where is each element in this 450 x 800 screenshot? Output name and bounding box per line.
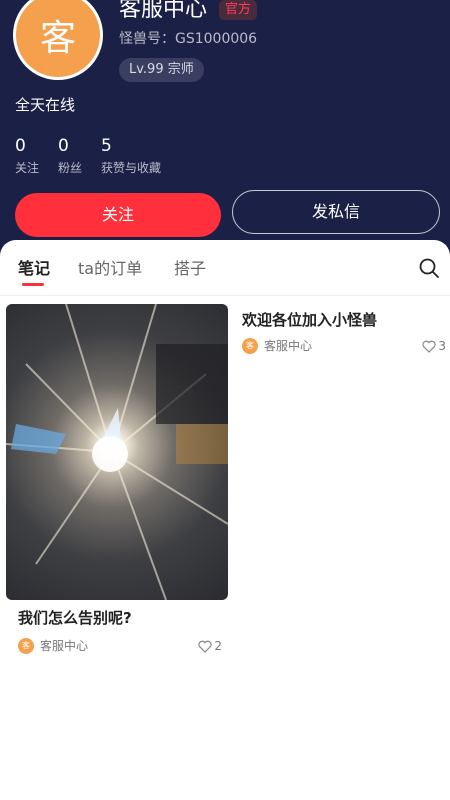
tab-partners[interactable]: 搭子 xyxy=(174,258,206,280)
heart-outline-icon xyxy=(198,640,212,653)
like-button[interactable]: 3 xyxy=(422,339,446,353)
stat-followers[interactable]: 0 粉丝 xyxy=(58,136,82,176)
profile-avatar[interactable]: 客 xyxy=(13,0,103,80)
stat-followers-label: 粉丝 xyxy=(58,161,83,175)
stat-following-count: 0 xyxy=(15,136,26,156)
stat-followers-count: 0 xyxy=(58,136,69,156)
search-button[interactable] xyxy=(418,257,440,279)
author-avatar[interactable]: 客 xyxy=(18,638,34,654)
note-cover-image[interactable] xyxy=(6,304,228,600)
avatar-initial: 客 xyxy=(39,18,76,59)
content-sheet: 笔记 ta的订单 搭子 我们怎么告别呢? 客 客服中心 2 欢迎各位加入小怪兽 … xyxy=(0,240,450,800)
profile-name: 客服中心 xyxy=(119,0,208,22)
note-card[interactable]: 我们怎么告别呢? 客 客服中心 2 xyxy=(6,304,228,654)
author-name[interactable]: 客服中心 xyxy=(264,338,312,354)
message-button[interactable]: 发私信 xyxy=(232,190,440,234)
follow-button[interactable]: 关注 xyxy=(15,193,221,237)
search-icon xyxy=(419,258,439,278)
author-avatar[interactable]: 客 xyxy=(242,338,258,354)
note-meta: 客 客服中心 3 xyxy=(242,338,446,354)
note-title: 欢迎各位加入小怪兽 xyxy=(242,311,378,329)
tab-bar: 笔记 ta的订单 搭子 xyxy=(0,240,450,295)
tab-notes[interactable]: 笔记 xyxy=(18,258,50,280)
author-name[interactable]: 客服中心 xyxy=(40,638,88,654)
profile-header: 客 客服中心 官方 怪兽号：GS1000006 Lv.99 宗师 全天在线 0 … xyxy=(0,0,450,262)
stat-following-label: 关注 xyxy=(15,161,40,175)
stat-following[interactable]: 0 关注 xyxy=(15,136,39,176)
official-badge: 官方 xyxy=(219,0,258,20)
level-badge[interactable]: Lv.99 宗师 xyxy=(119,58,204,82)
stat-likes-collections[interactable]: 5 获赞与收藏 xyxy=(101,136,161,176)
note-title: 我们怎么告别呢? xyxy=(18,609,132,627)
stat-likes-label: 获赞与收藏 xyxy=(101,161,162,175)
profile-bio: 全天在线 xyxy=(15,96,76,114)
note-meta: 客 客服中心 2 xyxy=(6,638,228,654)
active-tab-indicator xyxy=(22,283,44,286)
user-id: 怪兽号：GS1000006 xyxy=(119,31,258,47)
heart-outline-icon xyxy=(422,340,436,353)
sun-flare-image xyxy=(6,304,228,600)
like-count: 3 xyxy=(438,339,446,353)
like-button[interactable]: 2 xyxy=(198,639,222,653)
stat-likes-count: 5 xyxy=(101,136,112,156)
note-card[interactable]: 欢迎各位加入小怪兽 客 客服中心 3 xyxy=(242,310,446,354)
like-count: 2 xyxy=(214,639,222,653)
tab-orders[interactable]: ta的订单 xyxy=(78,258,142,280)
tab-divider xyxy=(0,295,450,296)
